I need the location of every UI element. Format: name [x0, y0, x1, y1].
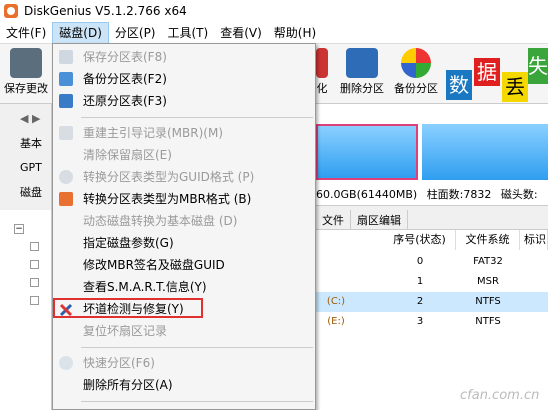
save-icon [10, 48, 42, 78]
menu-item-specify-disk-params[interactable]: 指定磁盘参数(G) [53, 232, 315, 254]
disk-type-basic: 基本 [20, 137, 42, 150]
tree-expander[interactable] [30, 278, 39, 287]
tree-expander[interactable]: − [14, 224, 24, 234]
menu-view[interactable]: 查看(V) [214, 22, 268, 44]
menu-help[interactable]: 帮助(H) [268, 22, 322, 44]
menu-item-quick-partition[interactable]: 快速分区(F6) [53, 352, 315, 374]
disk-type-gpt: GPT [20, 161, 42, 174]
menu-item-delete-all-partitions[interactable]: 删除所有分区(A) [53, 374, 315, 396]
menu-separator [81, 401, 313, 402]
disk-map [316, 104, 548, 184]
col-filesystem[interactable]: 文件系统 [456, 230, 520, 250]
backup-partition-button[interactable]: 备份分区 [394, 48, 438, 96]
tree-expander[interactable] [30, 296, 39, 305]
menu-item-modify-mbr-signature[interactable]: 修改MBR签名及磁盘GUID [53, 254, 315, 276]
save-changes-button[interactable]: 保存更改 [4, 48, 48, 96]
format-icon [316, 48, 328, 78]
menu-item-convert-to-guid[interactable]: 转换分区表类型为GUID格式 (P) [53, 166, 315, 188]
title-bar: DiskGenius V5.1.2.766 x64 [0, 0, 548, 22]
disk-info-bar: 60.0GB(61440MB) 柱面数:7832 磁头数: [316, 184, 548, 206]
disk-tree: − [0, 210, 52, 410]
data-recovery-ad[interactable]: 数 据 丢 失 [446, 44, 548, 104]
menu-item-rebuild-mbr[interactable]: 重建主引导记录(MBR)(M) [53, 122, 315, 144]
tree-expander[interactable] [30, 260, 39, 269]
disk-heads: 磁头数: [500, 188, 538, 201]
menu-item-save-partition-table[interactable]: 保存分区表(F8) [53, 46, 315, 68]
save-icon [59, 50, 73, 64]
disk-menu-dropdown: 保存分区表(F8) 备份分区表(F2) 还原分区表(F3) 重建主引导记录(MB… [52, 43, 316, 410]
menu-disk[interactable]: 磁盘(D) [52, 21, 109, 44]
tree-expander[interactable] [30, 242, 39, 251]
menu-tools[interactable]: 工具(T) [162, 22, 215, 44]
menu-separator [81, 347, 313, 348]
disk-cylinders: 柱面数:7832 [426, 188, 492, 201]
table-row[interactable]: 1 MSR [316, 272, 548, 292]
partition-block-c[interactable] [316, 124, 418, 180]
convert-icon [59, 192, 73, 206]
tab-files[interactable]: 文件 [316, 210, 351, 229]
menu-item-clear-reserved-sectors[interactable]: 清除保留扇区(E) [53, 144, 315, 166]
disk-label: 磁盘 [20, 186, 42, 199]
nav-arrows[interactable]: ◀ ▶ [0, 112, 51, 125]
menu-file[interactable]: 文件(F) [0, 22, 52, 44]
detail-tabs: 文件 扇区编辑 [316, 210, 548, 230]
window-title: DiskGenius V5.1.2.766 x64 [24, 4, 187, 18]
quick-partition-icon [59, 356, 73, 370]
menu-item-convert-to-mbr[interactable]: 转换分区表类型为MBR格式 (B) [53, 188, 315, 210]
tab-sector-edit[interactable]: 扇区编辑 [351, 210, 408, 229]
watermark: cfan.com.cn [460, 388, 540, 403]
highlight-box [53, 298, 203, 318]
rebuild-icon [59, 126, 73, 140]
menu-item-reset-bad-sector-record[interactable]: 复位坏扇区记录 [53, 320, 315, 342]
restore-icon [59, 94, 73, 108]
menu-separator [81, 117, 313, 118]
menu-item-dynamic-to-basic[interactable]: 动态磁盘转换为基本磁盘 (D) [53, 210, 315, 232]
menu-item-restore-partition-table[interactable]: 还原分区表(F3) [53, 90, 315, 112]
table-row[interactable]: (C:) 2 NTFS [316, 292, 548, 312]
menu-item-smart-info[interactable]: 查看S.M.A.R.T.信息(Y) [53, 276, 315, 298]
col-id[interactable]: 标识 [520, 230, 548, 250]
menu-partition[interactable]: 分区(P) [109, 22, 162, 44]
col-index[interactable]: 序号(状态) [384, 230, 456, 250]
convert-icon [59, 170, 73, 184]
format-button[interactable]: 化 [316, 48, 328, 96]
table-row[interactable]: (E:) 3 NTFS [316, 312, 548, 332]
menu-item-backup-partition-table[interactable]: 备份分区表(F2) [53, 68, 315, 90]
backup-icon [59, 72, 73, 86]
delete-partition-icon [346, 48, 378, 78]
app-icon [4, 4, 18, 18]
table-row[interactable]: 0 FAT32 [316, 252, 548, 272]
disk-capacity: 60.0GB(61440MB) [316, 188, 418, 201]
backup-partition-icon [401, 48, 431, 78]
partition-table: 序号(状态) 文件系统 标识 0 FAT32 1 MSR (C:) 2 NTFS… [316, 230, 548, 410]
menu-bar: 文件(F) 磁盘(D) 分区(P) 工具(T) 查看(V) 帮助(H) [0, 21, 548, 44]
disk-nav-panel: ◀ ▶ 基本 GPT 磁盘 [0, 104, 52, 210]
partition-block-e[interactable] [422, 124, 548, 180]
delete-partition-button[interactable]: 删除分区 [340, 48, 384, 96]
